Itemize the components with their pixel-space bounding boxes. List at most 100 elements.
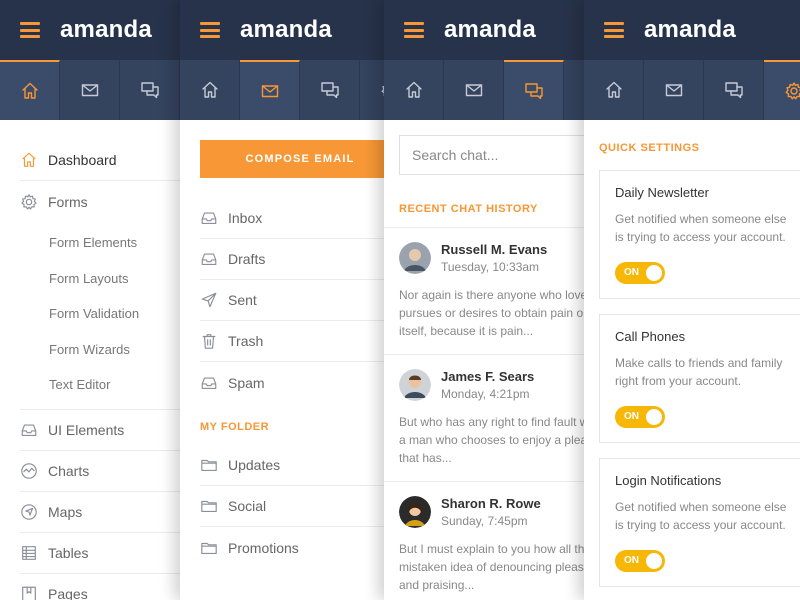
setting-title: Call Phones [615,329,686,344]
sidebar-item-tables[interactable]: Tables [20,533,180,574]
chat-message: Nor again is there anyone who love [399,288,588,302]
trash-icon [200,332,218,350]
tab-chat[interactable] [704,60,764,120]
sidebar-item-forms[interactable]: Forms [20,181,180,222]
submenu-form-elements[interactable]: Form Elements [20,225,180,261]
home-icon [20,151,38,169]
folder-inbox[interactable]: Inbox [200,198,400,239]
sidebar-item-dashboard[interactable]: Dashboard [20,140,180,181]
tab-chat[interactable] [504,60,564,120]
sidebar-menu: Dashboard Forms Form Elements Form Layou… [0,120,200,600]
sidebar-item-label: Forms [48,193,88,210]
setting-card: Daily Newsletter Get notified when someo… [599,170,800,299]
inbox-icon [200,250,218,268]
setting-title: Login Notifications [615,473,722,488]
daily-newsletter-toggle[interactable]: ON [615,262,665,284]
chat-item[interactable]: Sharon R. Rowe Sunday, 7:45pm But I must … [384,481,604,600]
home-icon [404,80,424,100]
mail-folder-list: Inbox Drafts Sent Trash Spam [180,178,400,403]
dashboard-panel: amanda Dashboard Forms Form Elements For… [0,0,200,600]
hamburger-menu-icon[interactable] [20,22,40,38]
hamburger-menu-icon[interactable] [200,22,220,38]
chat-icon [524,81,544,101]
submenu-form-wizards[interactable]: Form Wizards [20,332,180,368]
mail-icon [664,80,684,100]
sidebar-item-maps[interactable]: Maps [20,492,180,533]
folder-spam[interactable]: Spam [200,362,400,403]
chat-icon [320,80,340,100]
folder-updates[interactable]: Updates [200,445,400,486]
chat-name: James F. Sears [441,369,535,384]
tab-mail[interactable] [60,60,120,120]
chat-item[interactable]: James F. Sears Monday, 4:21pm But who has… [384,354,604,481]
tab-chat[interactable] [120,60,180,120]
folder-icon [200,456,218,474]
chat-message: that has... [399,451,452,465]
tab-home[interactable] [384,60,444,120]
tab-home[interactable] [0,60,60,120]
tab-home[interactable] [584,60,644,120]
avatar [399,369,431,401]
folder-icon [200,497,218,515]
panel-tabs [384,60,604,120]
chat-message: a man who chooses to enjoy a plea [399,433,588,447]
recent-chat-heading: RECENT CHAT HISTORY [399,203,538,215]
sidebar-item-label: Maps [48,503,83,520]
navigation-icon [20,503,38,521]
tab-chat[interactable] [300,60,360,120]
call-phones-toggle[interactable]: ON [615,406,665,428]
folder-sent[interactable]: Sent [200,280,400,321]
sidebar-item-ui-elements[interactable]: UI Elements [20,410,180,451]
tab-settings[interactable] [764,60,800,120]
table-icon [20,544,38,562]
chat-icon [140,80,160,100]
folder-promotions[interactable]: Promotions [200,527,400,568]
brand-logo: amanda [644,16,736,43]
hamburger-menu-icon[interactable] [604,22,624,38]
submenu-text-editor[interactable]: Text Editor [20,367,180,403]
sidebar-item-pages[interactable]: Pages [20,574,180,600]
compose-email-button[interactable]: COMPOSE EMAIL [200,140,400,178]
chat-name: Sharon R. Rowe [441,496,541,511]
tab-mail[interactable] [644,60,704,120]
folder-label: Sent [228,292,257,308]
folder-label: Spam [228,374,265,391]
submenu-form-layouts[interactable]: Form Layouts [20,261,180,297]
panel-tabs [584,60,800,120]
folder-drafts[interactable]: Drafts [200,239,400,280]
chat-message: But who has any right to find fault w [399,415,589,429]
setting-description: Get notified when someone else is trying… [615,212,787,244]
home-icon [200,80,220,100]
gear-icon [784,81,800,101]
brand-logo: amanda [240,16,332,43]
avatar [399,242,431,274]
tab-mail[interactable] [444,60,504,120]
tab-home[interactable] [180,60,240,120]
sidebar-item-label: UI Elements [48,421,125,438]
chart-icon [20,462,38,480]
chat-message: and praising... [399,578,475,592]
chat-time: Tuesday, 10:33am [441,260,540,274]
submenu-form-validation[interactable]: Form Validation [20,296,180,332]
hamburger-menu-icon[interactable] [404,22,424,38]
sidebar-item-charts[interactable]: Charts [20,451,180,492]
tab-mail[interactable] [240,60,300,120]
inbox-icon [200,374,218,392]
folder-label: Social [228,498,267,514]
quick-settings-heading: QUICK SETTINGS [599,142,700,154]
login-notifications-toggle[interactable]: ON [615,550,665,572]
chat-time: Sunday, 7:45pm [441,514,528,528]
folder-label: Updates [228,457,281,473]
toggle-label: ON [624,555,639,566]
search-chat-input[interactable]: Search chat... [399,135,599,175]
folder-social[interactable]: Social [200,486,400,527]
chat-item[interactable]: Russell M. Evans Tuesday, 10:33am Nor aga… [384,227,604,354]
sidebar-item-label: Dashboard [48,152,117,168]
my-folder-heading: MY FOLDER [200,421,270,433]
sidebar-item-label: Charts [48,462,90,479]
mail-icon [464,80,484,100]
folder-trash[interactable]: Trash [200,321,400,362]
chat-message: mistaken idea of denouncing pleas [399,560,584,574]
setting-title: Daily Newsletter [615,185,709,200]
folder-label: Inbox [228,210,263,226]
